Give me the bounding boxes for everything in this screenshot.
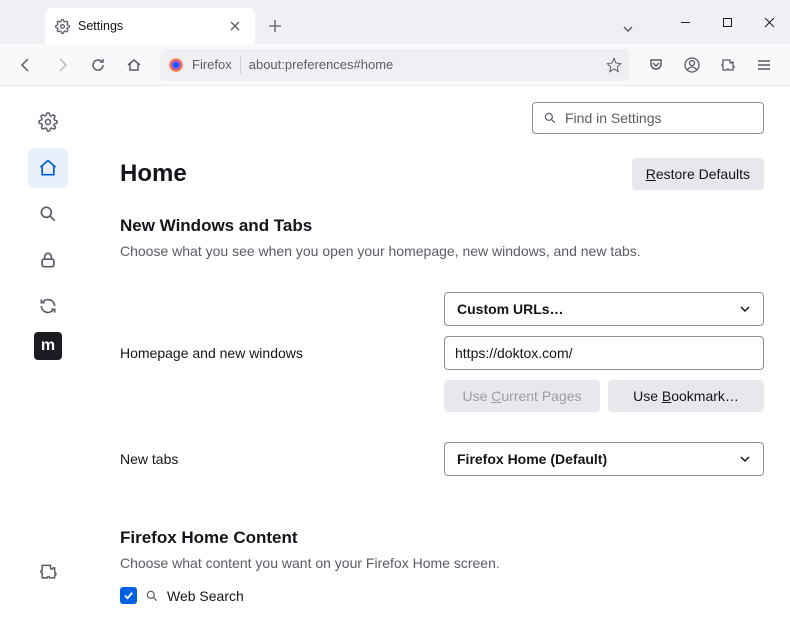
use-current-pages-button[interactable]: Use Current Pages [444, 380, 600, 412]
sidebar: m [0, 86, 96, 618]
home-button[interactable] [118, 49, 150, 81]
url-prefix: Firefox [192, 57, 232, 72]
url-bar[interactable]: Firefox about:preferences#home [160, 49, 630, 81]
minimize-button[interactable] [664, 7, 706, 37]
homepage-mode-select[interactable]: Custom URLs… [444, 292, 764, 326]
extensions-button[interactable] [712, 49, 744, 81]
content: Find in Settings Home Restore Defaults N… [96, 86, 790, 618]
section-desc-fhc: Choose what content you want on your Fir… [120, 554, 764, 574]
restore-defaults-button[interactable]: Restore Defaults [632, 158, 764, 190]
homepage-url-input[interactable]: https://doktox.com/ [444, 336, 764, 370]
menu-button[interactable] [748, 49, 780, 81]
sidebar-item-extensions[interactable] [28, 552, 68, 592]
section-title-nwt: New Windows and Tabs [120, 216, 764, 236]
titlebar: Settings [0, 0, 790, 44]
web-search-label: Web Search [167, 588, 244, 604]
search-input[interactable]: Find in Settings [532, 102, 764, 134]
search-icon [145, 589, 159, 603]
newtabs-mode-select[interactable]: Firefox Home (Default) [444, 442, 764, 476]
search-icon [543, 111, 557, 125]
tab-title: Settings [78, 19, 217, 33]
sidebar-item-sync[interactable] [28, 286, 68, 326]
maximize-button[interactable] [706, 7, 748, 37]
main: m Find in Settings Home Restore Defaults… [0, 86, 790, 618]
sidebar-item-privacy[interactable] [28, 240, 68, 280]
forward-button[interactable] [46, 49, 78, 81]
close-icon[interactable] [225, 16, 245, 36]
url-text: about:preferences#home [249, 57, 598, 72]
newtabs-mode-value: Firefox Home (Default) [457, 451, 607, 467]
firefox-logo-icon [168, 57, 184, 73]
web-search-checkbox[interactable] [120, 587, 137, 604]
window-controls [664, 0, 790, 44]
section-title-fhc: Firefox Home Content [120, 528, 764, 548]
page-title: Home [120, 160, 632, 188]
sidebar-item-home[interactable] [28, 148, 68, 188]
search-placeholder: Find in Settings [565, 110, 662, 126]
section-desc-nwt: Choose what you see when you open your h… [120, 242, 764, 262]
reload-button[interactable] [82, 49, 114, 81]
pocket-button[interactable] [640, 49, 672, 81]
sidebar-item-more[interactable]: m [34, 332, 62, 360]
back-button[interactable] [10, 49, 42, 81]
use-bookmark-button[interactable]: Use Bookmark… [608, 380, 764, 412]
sidebar-item-search[interactable] [28, 194, 68, 234]
sidebar-item-general[interactable] [28, 102, 68, 142]
new-tab-button[interactable] [259, 10, 291, 42]
homepage-label: Homepage and new windows [120, 345, 432, 361]
close-button[interactable] [748, 7, 790, 37]
newtabs-label: New tabs [120, 451, 432, 467]
homepage-url-value: https://doktox.com/ [455, 345, 573, 361]
account-button[interactable] [676, 49, 708, 81]
tabs-dropdown-button[interactable] [612, 14, 644, 44]
bookmark-star-icon[interactable] [606, 57, 622, 73]
homepage-mode-value: Custom URLs… [457, 301, 564, 317]
chevron-down-icon [739, 303, 751, 315]
browser-tab[interactable]: Settings [45, 8, 255, 44]
gear-icon [55, 19, 70, 34]
toolbar: Firefox about:preferences#home [0, 44, 790, 86]
chevron-down-icon [739, 453, 751, 465]
